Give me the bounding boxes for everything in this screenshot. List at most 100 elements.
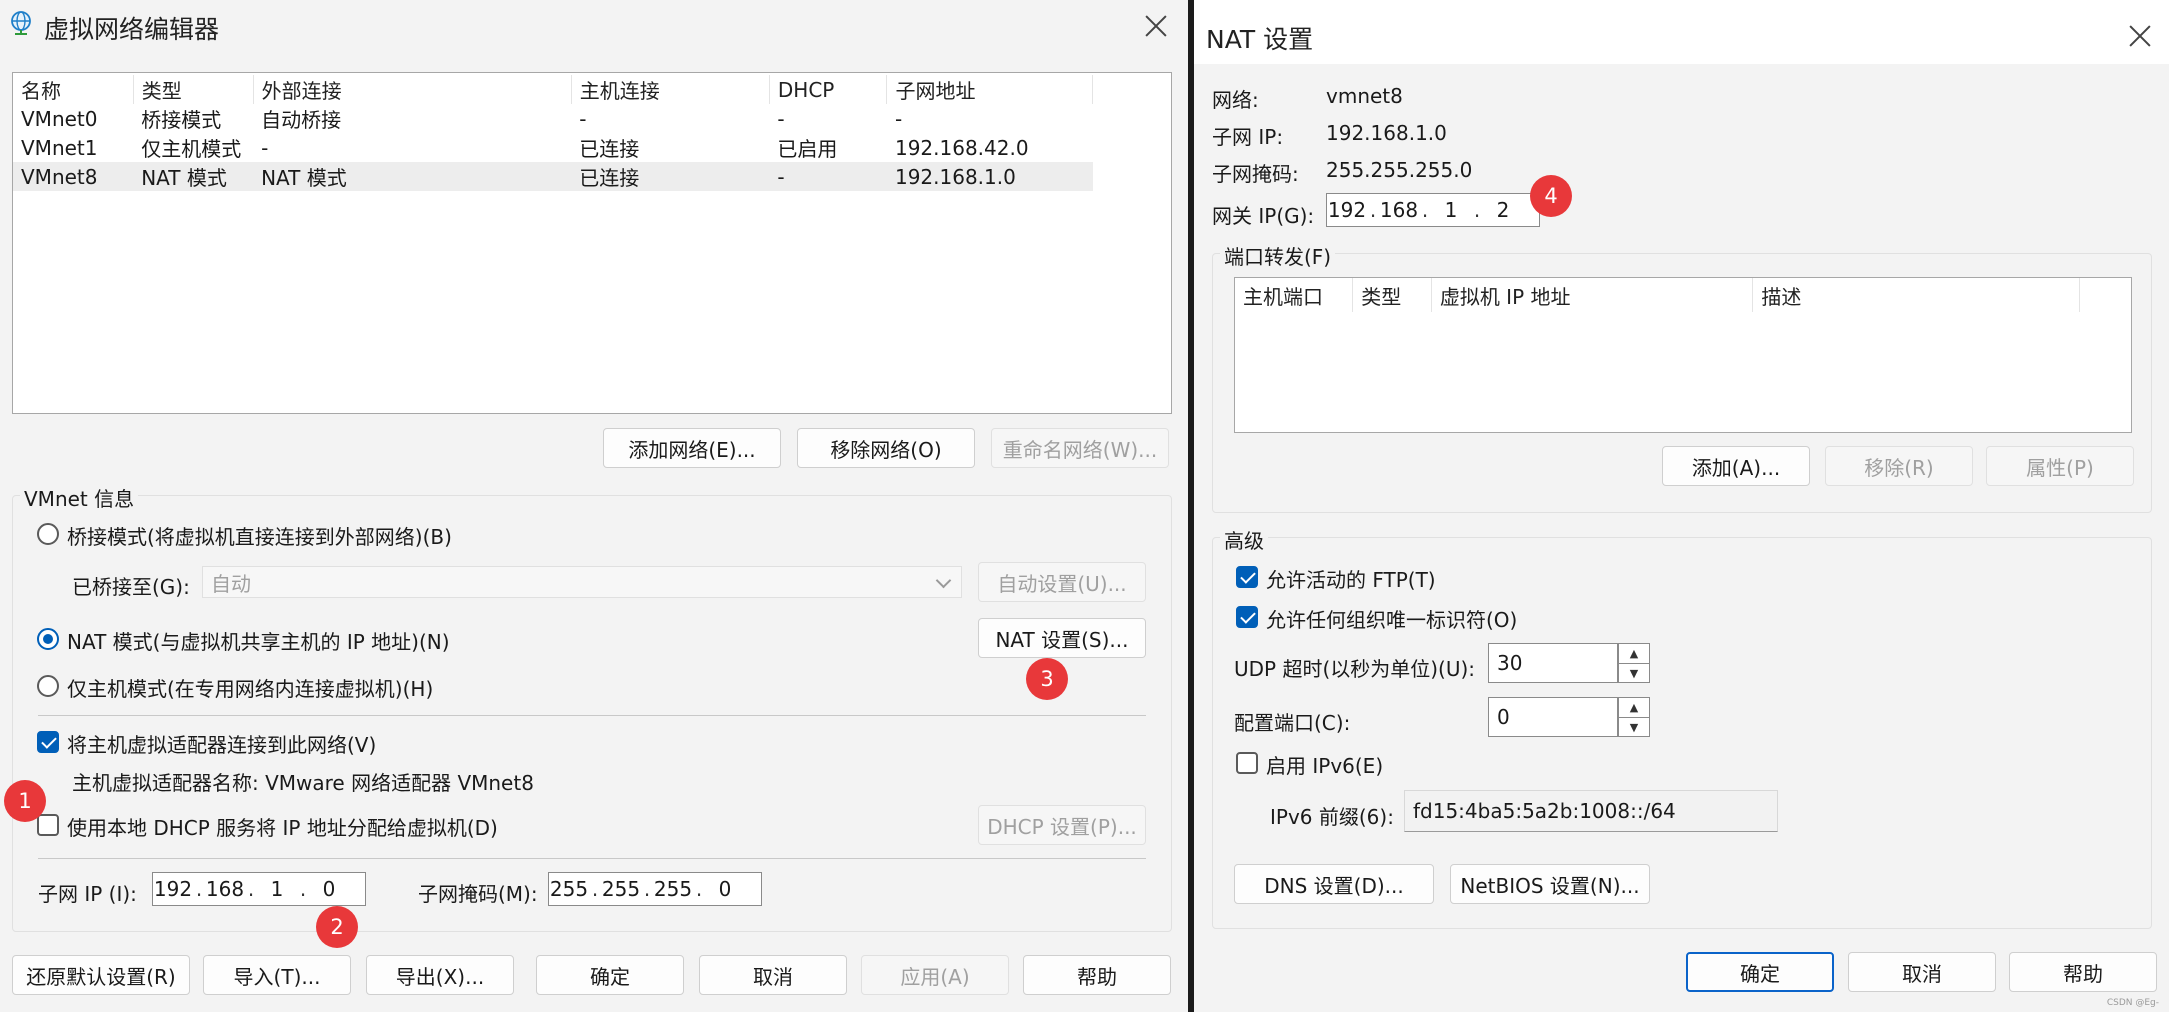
cell: - [769, 162, 887, 191]
cell: 已启用 [777, 137, 838, 161]
spin-down-icon[interactable]: ▼ [1619, 664, 1649, 683]
udp-timeout-input[interactable]: 30 [1488, 643, 1618, 683]
config-port-label: 配置端口(C): [1234, 711, 1351, 735]
cell: 桥接模式 [141, 108, 222, 132]
nat-help-button[interactable]: 帮助 [2009, 952, 2157, 992]
col-header-vm-ip[interactable]: 虚拟机 IP 地址 [1431, 278, 1754, 312]
separator [38, 858, 1146, 859]
dns-settings-button[interactable]: DNS 设置(D)... [1234, 864, 1434, 904]
table-row[interactable]: VMnet1 仅主机模式 - 已连接 已启用 192.168.42.0 [13, 133, 1093, 162]
help-button[interactable]: 帮助 [1023, 955, 1171, 995]
advanced-label: 高级 [1220, 525, 1268, 554]
export-button[interactable]: 导出(X)... [366, 955, 514, 995]
dhcp-settings-button[interactable]: DHCP 设置(P)... [978, 805, 1146, 845]
watermark-text: CSDN @Eg- [2106, 998, 2159, 1008]
vne-window-title: 虚拟网络编辑器 [44, 15, 220, 44]
cell: 192.168.42.0 [894, 135, 1029, 160]
nat-subnet-mask-value: 255.255.255.0 [1326, 158, 1473, 182]
apply-button[interactable]: 应用(A) [861, 955, 1009, 995]
nat-settings-button[interactable]: NAT 设置(S)... [978, 618, 1146, 658]
gateway-ip-label: 网关 IP(G): [1212, 204, 1315, 228]
network-value: vmnet8 [1326, 84, 1403, 108]
subnet-mask-label: 子网掩码(M): [418, 882, 538, 906]
nat-window-title: NAT 设置 [1206, 25, 1314, 54]
col-header-host-port[interactable]: 主机端口 [1235, 278, 1354, 312]
ip-octet: 2 [1496, 198, 1510, 222]
udp-timeout-spinner[interactable]: ▲ ▼ [1618, 643, 1650, 683]
globe-network-icon [11, 11, 31, 35]
config-port-input[interactable]: 0 [1488, 697, 1618, 737]
ip-octet: 168 [205, 877, 245, 901]
col-header-type[interactable]: 类型 [1352, 278, 1432, 312]
gateway-ip-input[interactable]: 192. 168. 1. 2 [1326, 193, 1540, 227]
allow-ftp-checkbox[interactable] [1236, 566, 1258, 588]
spin-up-icon[interactable]: ▲ [1619, 644, 1649, 664]
col-header-type[interactable]: 类型 [133, 75, 254, 104]
nat-ok-button[interactable]: 确定 [1686, 952, 1834, 992]
table-row[interactable]: VMnet0 桥接模式 自动桥接 - - - [13, 104, 1093, 133]
host-only-radio[interactable] [37, 675, 59, 697]
bridged-to-dropdown[interactable]: 自动 [202, 566, 962, 598]
subnet-ip-label: 子网 IP (I): [38, 882, 137, 906]
nat-subnet-mask-label: 子网掩码: [1212, 162, 1299, 186]
cell: VMnet0 [21, 106, 98, 131]
remove-network-button[interactable]: 移除网络(O) [797, 428, 975, 468]
virtual-network-editor-window: 虚拟网络编辑器 名称 类型 外部连接 主机连接 DHCP 子网地址 VMnet0… [0, 0, 1188, 1012]
nat-mode-label: NAT 模式(与虚拟机共享主机的 IP 地址)(N) [67, 630, 450, 654]
remove-forward-button[interactable]: 移除(R) [1825, 446, 1973, 486]
col-header-external[interactable]: 外部连接 [253, 75, 572, 104]
chevron-down-icon [935, 572, 952, 589]
rename-network-button[interactable]: 重命名网络(W)... [991, 428, 1169, 468]
add-network-button[interactable]: 添加网络(E)... [603, 428, 781, 468]
subnet-mask-input[interactable]: 255. 255. 255. 0 [548, 872, 762, 906]
connect-adapter-label: 将主机虚拟适配器连接到此网络(V) [67, 733, 377, 757]
vmnet-info-group [12, 495, 1172, 932]
port-forwarding-list[interactable]: 主机端口 类型 虚拟机 IP 地址 描述 [1234, 277, 2132, 433]
auto-settings-button[interactable]: 自动设置(U)... [978, 562, 1146, 602]
col-header-name[interactable]: 名称 [13, 75, 134, 104]
nat-close-icon[interactable] [2120, 18, 2160, 54]
spin-up-icon[interactable]: ▲ [1619, 698, 1649, 718]
network-table-header: 名称 类型 外部连接 主机连接 DHCP 子网地址 [13, 75, 1093, 104]
ip-octet: 0 [718, 877, 732, 901]
subnet-ip-input[interactable]: 192. 168. 1. 0 [152, 872, 366, 906]
col-header-host[interactable]: 主机连接 [571, 75, 770, 104]
config-port-spinner[interactable]: ▲ ▼ [1618, 697, 1650, 737]
ip-octet: 192 [1327, 198, 1367, 222]
netbios-settings-button[interactable]: NetBIOS 设置(N)... [1450, 864, 1650, 904]
spin-down-icon[interactable]: ▼ [1619, 718, 1649, 737]
ip-octet: 255 [549, 877, 589, 901]
vmnet-info-label: VMnet 信息 [20, 483, 139, 512]
restore-defaults-button[interactable]: 还原默认设置(R) [12, 955, 190, 995]
nat-mode-radio[interactable] [37, 628, 59, 650]
import-button[interactable]: 导入(T)... [203, 955, 351, 995]
cell: - [777, 106, 785, 131]
connect-adapter-checkbox[interactable] [37, 731, 59, 753]
use-dhcp-checkbox[interactable] [37, 814, 59, 836]
cancel-button[interactable]: 取消 [699, 955, 847, 995]
cell: NAT 模式 [133, 162, 254, 191]
step-badge-2: 2 [316, 906, 358, 948]
add-forward-button[interactable]: 添加(A)... [1662, 446, 1810, 486]
cell: - [579, 106, 587, 131]
allow-oui-label: 允许任何组织唯一标识符(O) [1266, 608, 1518, 632]
col-header-dhcp[interactable]: DHCP [769, 75, 888, 104]
ok-button[interactable]: 确定 [536, 955, 684, 995]
ip-octet: 1 [270, 877, 284, 901]
cell: NAT 模式 [253, 162, 572, 191]
separator [38, 715, 1146, 716]
vne-close-icon[interactable] [1136, 8, 1176, 44]
col-header-description[interactable]: 描述 [1752, 278, 2080, 312]
nat-title-bar: NAT 设置 [1194, 0, 2169, 64]
bridged-mode-radio[interactable] [37, 523, 59, 545]
allow-oui-checkbox[interactable] [1236, 606, 1258, 628]
enable-ipv6-checkbox[interactable] [1236, 752, 1258, 774]
bridged-mode-label: 桥接模式(将虚拟机直接连接到外部网络)(B) [67, 525, 452, 549]
properties-button[interactable]: 属性(P) [1986, 446, 2134, 486]
network-list[interactable]: 名称 类型 外部连接 主机连接 DHCP 子网地址 VMnet0 桥接模式 自动… [12, 72, 1172, 414]
nat-cancel-button[interactable]: 取消 [1848, 952, 1996, 992]
udp-timeout-label: UDP 超时(以秒为单位)(U): [1234, 657, 1476, 681]
col-header-subnet[interactable]: 子网地址 [886, 75, 1093, 104]
table-row-selected[interactable]: VMnet8 NAT 模式 NAT 模式 已连接 - 192.168.1.0 [13, 162, 1093, 191]
ipv6-prefix-input[interactable]: fd15:4ba5:5a2b:1008::/64 [1404, 790, 1778, 832]
